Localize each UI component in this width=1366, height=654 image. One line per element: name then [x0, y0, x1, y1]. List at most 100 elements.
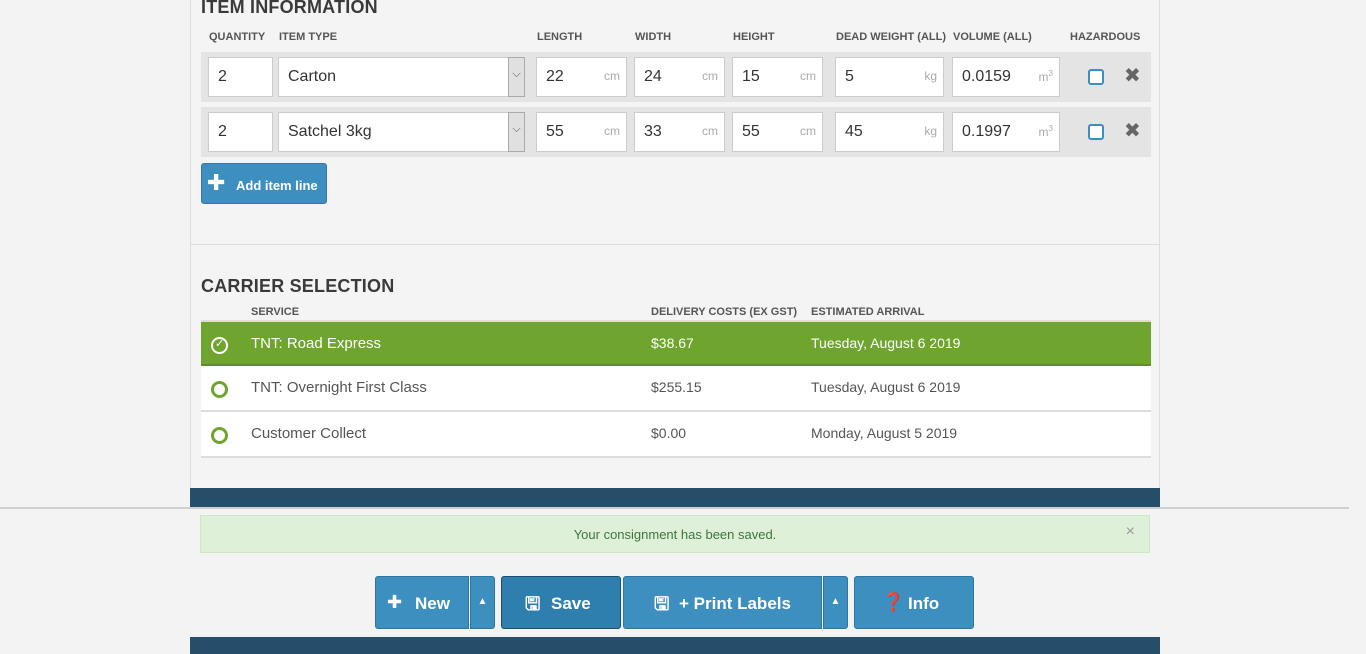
- volume-value: 0.1997: [962, 123, 1011, 140]
- unit-cm: cm: [800, 69, 816, 83]
- save-label: Save: [551, 594, 591, 613]
- item-information-title: ITEM INFORMATION: [201, 0, 378, 17]
- alert-message: Your consignment has been saved.: [573, 527, 777, 542]
- length-input[interactable]: 22 cm: [536, 57, 627, 97]
- section-divider: [191, 244, 1159, 245]
- save-alert: Your consignment has been saved. ×: [200, 515, 1150, 553]
- radio-icon[interactable]: [211, 381, 228, 398]
- caret-up-icon: ▲: [477, 596, 488, 607]
- col-estimated-arrival: ESTIMATED ARRIVAL: [811, 306, 925, 318]
- carrier-cost: $0.00: [651, 425, 687, 441]
- length-value: 22: [546, 68, 564, 85]
- col-service: SERVICE: [251, 306, 300, 318]
- volume-value: 0.0159: [962, 68, 1011, 85]
- carrier-service: TNT: Overnight First Class: [251, 379, 427, 396]
- unit-cm: cm: [604, 69, 620, 83]
- chevron-down-icon[interactable]: ⌵: [508, 57, 525, 97]
- page-footer-band: [190, 637, 1160, 654]
- quantity-value: 2: [218, 68, 227, 85]
- close-icon[interactable]: ×: [1126, 523, 1135, 541]
- carrier-service: TNT: Road Express: [251, 335, 382, 352]
- height-input[interactable]: 55 cm: [732, 112, 823, 152]
- carrier-cost: $38.67: [651, 335, 694, 351]
- carrier-eta: Monday, August 5 2019: [811, 425, 958, 441]
- col-dead-weight: DEAD WEIGHT (ALL): [836, 31, 946, 43]
- quantity-value: 2: [218, 123, 227, 140]
- length-input[interactable]: 55 cm: [536, 112, 627, 152]
- info-label: Info: [908, 594, 940, 613]
- weight-input[interactable]: 45 kg: [835, 112, 944, 152]
- col-height: HEIGHT: [733, 31, 775, 43]
- col-width: WIDTH: [635, 31, 672, 43]
- new-dropdown-button[interactable]: ▲: [470, 576, 495, 629]
- floppy-disk-icon: 🖫: [654, 594, 670, 614]
- weight-value: 5: [845, 68, 854, 85]
- col-hazardous: HAZARDOUS: [1070, 31, 1141, 43]
- save-button[interactable]: 🖫 Save: [501, 576, 621, 629]
- unit-kg: kg: [924, 69, 937, 83]
- volume-input[interactable]: 0.0159 m3: [952, 57, 1060, 97]
- carrier-selection-title: CARRIER SELECTION: [201, 276, 395, 296]
- item-type-value: Satchel 3kg: [288, 123, 372, 140]
- weight-input[interactable]: 5 kg: [835, 57, 944, 97]
- print-dropdown-button[interactable]: ▲: [823, 576, 848, 629]
- carrier-service: Customer Collect: [251, 425, 367, 442]
- add-item-line-button[interactable]: ✚ Add item line: [201, 163, 327, 204]
- carrier-row-selected[interactable]: TNT: Road Express $38.67 Tuesday, August…: [201, 320, 1151, 366]
- width-input[interactable]: 24 cm: [634, 57, 725, 97]
- add-item-line-label: Add item line: [236, 178, 318, 193]
- col-quantity: QUANTITY: [209, 31, 266, 43]
- volume-input[interactable]: 0.1997 m3: [952, 112, 1060, 152]
- toolbar-separator: [0, 507, 1349, 509]
- caret-up-icon: ▲: [830, 596, 841, 607]
- height-value: 15: [742, 68, 760, 85]
- info-button[interactable]: ❓ Info: [854, 576, 974, 629]
- item-type-value: Carton: [288, 68, 337, 85]
- height-input[interactable]: 15 cm: [732, 57, 823, 97]
- height-value: 55: [742, 123, 760, 140]
- hazardous-checkbox[interactable]: [1088, 124, 1104, 140]
- col-delivery-costs: DELIVERY COSTS (EX GST): [651, 306, 798, 318]
- quantity-input[interactable]: 2: [208, 112, 273, 152]
- radio-icon[interactable]: [211, 427, 228, 444]
- length-value: 55: [546, 123, 564, 140]
- chevron-down-icon[interactable]: ⌵: [508, 112, 525, 152]
- quantity-input[interactable]: 2: [208, 57, 273, 97]
- unit-m3: m3: [1038, 69, 1053, 84]
- new-label: New: [415, 594, 450, 613]
- item-row: 2 Satchel 3kg ⌵ 55 cm 33 cm 55 cm 45 kg 0.19…: [201, 107, 1151, 157]
- plus-icon: ✚: [207, 170, 226, 195]
- unit-kg: kg: [924, 124, 937, 138]
- panel-footer-band: [190, 488, 1160, 507]
- floppy-disk-icon: 🖫: [525, 594, 541, 614]
- unit-cm: cm: [800, 124, 816, 138]
- carrier-row[interactable]: TNT: Overnight First Class $255.15 Tuesd…: [201, 366, 1151, 412]
- width-value: 24: [644, 68, 662, 85]
- item-row: 2 Carton ⌵ 22 cm 24 cm 15 cm 5 kg 0.0159 m3 ✖: [201, 52, 1151, 102]
- weight-value: 45: [845, 123, 863, 140]
- unit-m3: m3: [1038, 124, 1053, 139]
- unit-cm: cm: [604, 124, 620, 138]
- col-item-type: ITEM TYPE: [279, 31, 338, 43]
- unit-cm: cm: [702, 124, 718, 138]
- carrier-row[interactable]: Customer Collect $0.00 Monday, August 5 …: [201, 412, 1151, 458]
- new-button[interactable]: ✚ New: [375, 576, 469, 629]
- print-labels-label: + Print Labels: [679, 594, 791, 613]
- carrier-eta: Tuesday, August 6 2019: [811, 335, 961, 351]
- col-volume: VOLUME (ALL): [953, 31, 1032, 43]
- width-value: 33: [644, 123, 662, 140]
- question-circle-icon: ❓: [882, 592, 905, 612]
- selected-check-icon[interactable]: [211, 337, 228, 354]
- item-type-select[interactable]: Satchel 3kg ⌵: [278, 112, 525, 152]
- carrier-cost: $255.15: [651, 379, 702, 395]
- delete-icon[interactable]: ✖: [1124, 118, 1141, 143]
- print-labels-button[interactable]: 🖫 + Print Labels: [623, 576, 822, 629]
- item-type-select[interactable]: Carton ⌵: [278, 57, 525, 97]
- delete-icon[interactable]: ✖: [1124, 63, 1141, 88]
- carrier-eta: Tuesday, August 6 2019: [811, 379, 961, 395]
- plus-icon: ✚: [387, 592, 403, 612]
- col-length: LENGTH: [537, 31, 583, 43]
- unit-cm: cm: [702, 69, 718, 83]
- hazardous-checkbox[interactable]: [1088, 69, 1104, 85]
- width-input[interactable]: 33 cm: [634, 112, 725, 152]
